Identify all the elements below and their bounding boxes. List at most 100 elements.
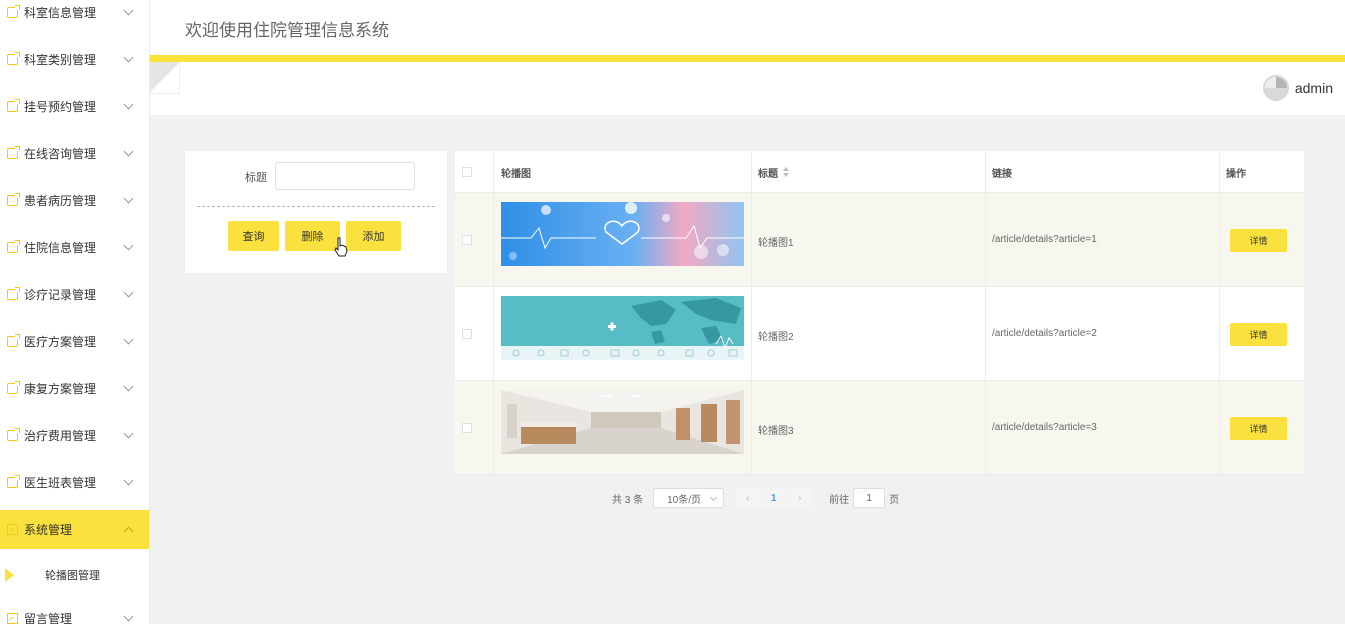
- edit-icon: [7, 475, 20, 488]
- chevron-down-icon: [123, 287, 134, 298]
- pagination: 共 3 条 10条/页 ‹ 1 › 前往 1 页: [612, 488, 899, 508]
- row-checkbox[interactable]: [462, 235, 472, 245]
- chevron-down-icon: [123, 611, 134, 622]
- chevron-down-icon: [123, 381, 134, 392]
- sidebar-item-medical-plan[interactable]: 医疗方案管理: [0, 318, 149, 365]
- carousel-thumbnail: [501, 202, 744, 266]
- sidebar-item-label: 留言管理: [24, 612, 73, 624]
- chevron-left-icon: ‹: [745, 492, 750, 504]
- divider: [197, 206, 435, 207]
- col-title-label: 标题: [758, 168, 778, 180]
- sidebar-item-label: 在线咨询管理: [24, 147, 97, 161]
- sidebar-item-doctor-schedule[interactable]: 医生班表管理: [0, 459, 149, 506]
- col-action-header: 操作: [1226, 168, 1246, 180]
- sidebar-item-registration[interactable]: 挂号预约管理: [0, 83, 149, 130]
- sidebar-item-label: 住院信息管理: [24, 241, 97, 255]
- sidebar-item-treatment-records[interactable]: 诊疗记录管理: [0, 271, 149, 318]
- carousel-thumbnail: [501, 296, 744, 360]
- sidebar-item-consultation[interactable]: 在线咨询管理: [0, 130, 149, 177]
- col-image-header: 轮播图: [501, 168, 531, 180]
- hand-cursor-icon: [334, 237, 348, 257]
- edit-icon: [7, 381, 20, 394]
- sidebar-item-label: 治疗费用管理: [24, 429, 97, 443]
- edit-icon: [7, 240, 20, 253]
- chevron-down-icon: [123, 99, 134, 110]
- total-count: 共 3 条: [612, 494, 644, 506]
- goto-label: 前往: [829, 494, 850, 506]
- page-size-select[interactable]: 10条/页: [653, 488, 725, 508]
- edit-icon: [7, 428, 20, 441]
- detail-button[interactable]: 详情: [1230, 229, 1287, 252]
- sidebar-item-label: 挂号预约管理: [24, 100, 97, 114]
- edit-icon: [7, 99, 20, 112]
- chevron-down-icon: [123, 193, 134, 204]
- chevron-down-icon: [123, 334, 134, 345]
- edit-icon: [7, 52, 20, 65]
- table-row: 轮播图2 /article/details?article=2 详情: [455, 287, 1304, 381]
- carousel-thumbnail: [501, 390, 744, 454]
- image-icon: [7, 524, 18, 535]
- sidebar-item-inpatient-info[interactable]: 住院信息管理: [0, 224, 149, 271]
- sidebar-item-label: 医生班表管理: [24, 476, 97, 490]
- page-number-current[interactable]: 1: [761, 488, 787, 508]
- detail-button[interactable]: 详情: [1230, 417, 1287, 440]
- sidebar-item-label: 医疗方案管理: [24, 335, 97, 349]
- col-title-header[interactable]: 标题: [758, 151, 789, 193]
- top-toolbar: admin: [150, 62, 1345, 115]
- prev-page-button[interactable]: ‹: [735, 488, 761, 508]
- sidebar-item-messages[interactable]: 留言管理: [0, 595, 149, 624]
- header: 欢迎使用住院管理信息系统: [150, 0, 1345, 55]
- table-row: 轮播图3 /article/details?article=3 详情: [455, 381, 1304, 475]
- row-checkbox[interactable]: [462, 423, 472, 433]
- row-checkbox[interactable]: [462, 329, 472, 339]
- chevron-up-icon: [123, 526, 134, 537]
- accent-bar: [150, 55, 1345, 62]
- row-link: /article/details?article=1: [992, 234, 1097, 245]
- sidebar-item-label: 科室信息管理: [24, 6, 97, 20]
- chevron-down-icon: [123, 5, 134, 16]
- chevron-down-icon: [123, 428, 134, 439]
- goto-page-input[interactable]: 1: [853, 488, 886, 508]
- sidebar-item-label: 科室类别管理: [24, 53, 97, 67]
- delete-button[interactable]: 删除: [285, 221, 340, 251]
- chevron-down-icon: [123, 240, 134, 251]
- sidebar-item-system[interactable]: 系统管理: [0, 510, 149, 549]
- collapse-toggle-icon[interactable]: [150, 62, 180, 94]
- sidebar-item-rehab-plan[interactable]: 康复方案管理: [0, 365, 149, 412]
- row-link: /article/details?article=3: [992, 422, 1097, 433]
- sidebar-item-treatment-fees[interactable]: 治疗费用管理: [0, 412, 149, 459]
- detail-button[interactable]: 详情: [1230, 323, 1287, 346]
- next-page-button[interactable]: ›: [787, 488, 813, 508]
- row-title: 轮播图1: [758, 238, 794, 249]
- edit-icon: [7, 146, 20, 159]
- select-all-checkbox[interactable]: [462, 167, 472, 177]
- edit-icon: [7, 287, 20, 300]
- sidebar-item-medical-records[interactable]: 患者病历管理: [0, 177, 149, 224]
- sidebar-subitem-carousel[interactable]: 轮播图管理: [0, 556, 149, 594]
- page-size-value: 10条/页: [667, 494, 702, 506]
- page-suffix: 页: [889, 494, 900, 506]
- sort-icon[interactable]: [783, 167, 789, 177]
- title-filter-input[interactable]: [275, 162, 415, 190]
- sidebar-item-department-info[interactable]: 科室信息管理: [0, 0, 149, 36]
- row-link: /article/details?article=2: [992, 328, 1097, 339]
- chevron-down-icon: [123, 475, 134, 486]
- title-filter-label: 标题: [245, 172, 267, 184]
- chevron-down-icon: [123, 146, 134, 157]
- col-link-header: 链接: [992, 168, 1012, 180]
- sidebar-item-label: 诊疗记录管理: [24, 288, 97, 302]
- chevron-down-icon: [710, 493, 718, 502]
- query-button[interactable]: 查询: [228, 221, 279, 251]
- edit-icon: [7, 334, 20, 347]
- search-panel: 标题 查询 删除 添加: [185, 151, 447, 273]
- table-row: 轮播图1 /article/details?article=1 详情: [455, 193, 1304, 287]
- row-title: 轮播图2: [758, 332, 794, 343]
- sidebar-item-department-category[interactable]: 科室类别管理: [0, 36, 149, 83]
- add-button[interactable]: 添加: [346, 221, 401, 251]
- image-icon: [7, 613, 18, 624]
- edit-icon: [7, 5, 20, 18]
- user-menu[interactable]: admin: [1262, 75, 1333, 101]
- sidebar-item-label: 康复方案管理: [24, 382, 97, 396]
- table-header: 轮播图 标题 链接 操作: [455, 151, 1304, 193]
- sidebar: 科室信息管理 科室类别管理 挂号预约管理 在线咨询管理 患者病历管理 住院信息管…: [0, 0, 150, 624]
